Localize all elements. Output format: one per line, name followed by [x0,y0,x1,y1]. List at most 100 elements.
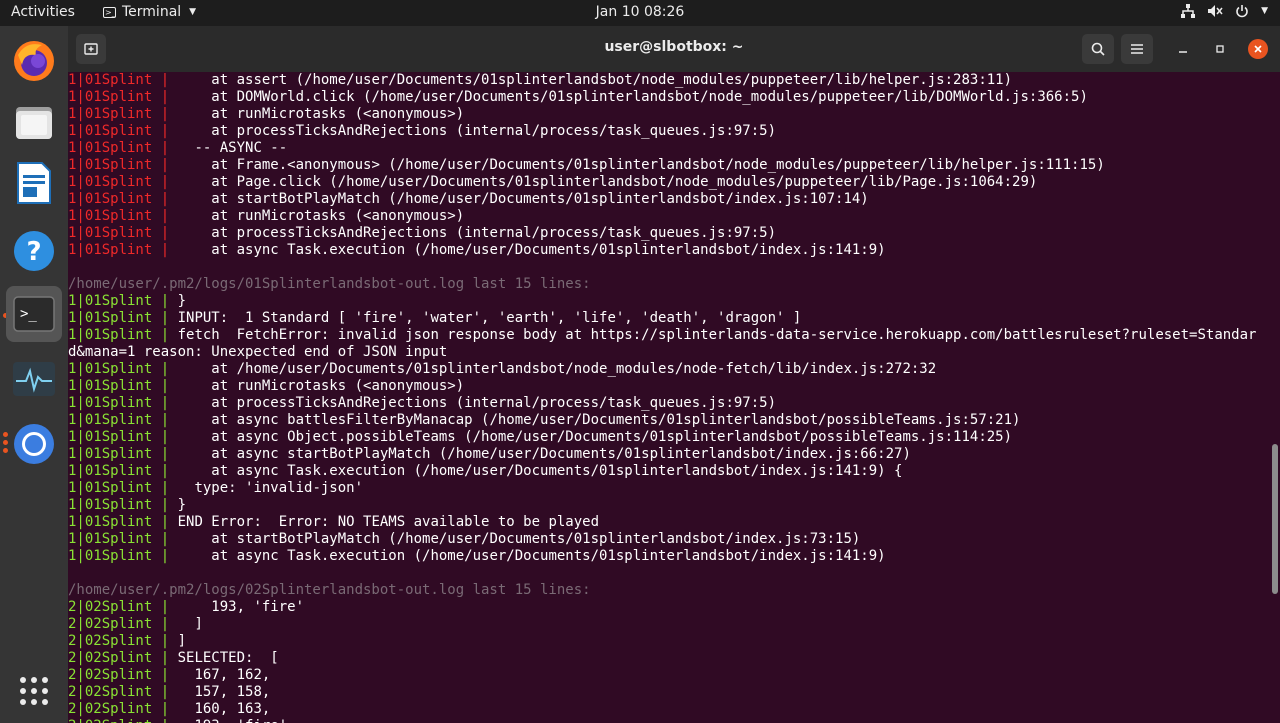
writer-launcher[interactable] [6,155,62,211]
terminal-line: 1|01Splint | at runMicrotasks (<anonymou… [68,378,1268,395]
terminal-line: 1|01Splint | at async Task.execution (/h… [68,548,1268,565]
network-icon [1181,4,1196,18]
system-menu[interactable]: ▼ [1181,4,1268,18]
terminal-line: 1|01Splint | at /home/user/Documents/01s… [68,361,1268,378]
dock: ? >_ [0,26,68,723]
line-text: /home/user/.pm2/logs/01Splinterlandsbot-… [68,276,591,292]
terminal-line: 1|01Splint | type: 'invalid-json' [68,480,1268,497]
system-monitor-launcher[interactable] [6,351,62,407]
terminal-line: 1|01Splint | fetch FetchError: invalid j… [68,327,1268,344]
chrome-launcher[interactable] [6,416,62,472]
process-prefix: 1|01Splint | [68,548,170,564]
search-button[interactable] [1082,34,1114,64]
line-text: type: 'invalid-json' [169,480,364,496]
line-text: 193, 'fire' [169,599,305,615]
scrollbar[interactable] [1272,444,1278,594]
terminal-line: 1|01Splint | at processTicksAndRejection… [68,123,1268,140]
line-text: at Page.click (/home/user/Documents/01sp… [169,174,1038,190]
process-prefix: 1|01Splint | [68,106,170,122]
terminal-line: 2|02Splint | SELECTED: [ [68,650,1268,667]
process-prefix: 1|01Splint | [68,378,170,394]
line-text: } [169,293,187,309]
firefox-icon [14,41,54,81]
line-text: at async startBotPlayMatch (/home/user/D… [169,446,911,462]
hamburger-icon [1131,44,1143,54]
menu-button[interactable] [1121,34,1153,64]
help-launcher[interactable]: ? [6,223,62,279]
line-text: at DOMWorld.click (/home/user/Documents/… [169,89,1088,105]
terminal-line: 1|01Splint | at runMicrotasks (<anonymou… [68,208,1268,225]
minimize-button[interactable] [1173,39,1193,59]
process-prefix: 1|01Splint | [68,480,170,496]
terminal-line: 1|01Splint | at async battlesFilterByMan… [68,412,1268,429]
line-text: /home/user/.pm2/logs/02Splinterlandsbot-… [68,582,591,598]
writer-icon [17,162,51,204]
process-prefix: 1|01Splint | [68,429,170,445]
line-text: SELECTED: [ [169,650,279,666]
clock[interactable]: Jan 10 08:26 [596,4,685,20]
line-text: at runMicrotasks (<anonymous>) [169,208,465,224]
line-text: ] [169,633,187,649]
terminal-line: 1|01Splint | } [68,293,1268,310]
svg-text:>_: >_ [20,306,37,322]
process-prefix: 1|01Splint | [68,446,170,462]
process-prefix: 1|01Splint | [68,208,170,224]
line-text: d&mana=1 reason: Unexpected end of JSON … [68,344,448,360]
process-prefix: 2|02Splint | [68,718,169,723]
terminal-launcher[interactable]: >_ [6,286,62,342]
process-prefix: 1|01Splint | [68,140,170,156]
line-text: } [169,497,187,513]
log-header-line: /home/user/.pm2/logs/01Splinterlandsbot-… [68,276,1268,293]
system-monitor-icon [13,362,55,396]
line-text: END Error: Error: NO TEAMS available to … [169,514,600,530]
activities-button[interactable]: Activities [11,4,75,20]
terminal-line: 2|02Splint | 157, 158, [68,684,1268,701]
terminal-line: 1|01Splint | } [68,497,1268,514]
terminal-line: 2|02Splint | 167, 162, [68,667,1268,684]
line-text: at async Task.execution (/home/user/Docu… [169,548,886,564]
process-prefix: 1|01Splint | [68,361,170,377]
process-prefix: 1|01Splint | [68,89,170,105]
process-prefix: 1|01Splint | [68,327,170,343]
show-apps-button[interactable] [6,663,62,719]
terminal-line: 1|01Splint | at startBotPlayMatch (/home… [68,531,1268,548]
line-text: at async Task.execution (/home/user/Docu… [169,242,886,258]
terminal-line: d&mana=1 reason: Unexpected end of JSON … [68,344,1268,361]
chevron-down-icon: ▼ [189,7,197,17]
maximize-button[interactable] [1210,39,1230,59]
terminal-line: 1|01Splint | at async Task.execution (/h… [68,242,1268,259]
terminal-line: 1|01Splint | at Frame.<anonymous> (/home… [68,157,1268,174]
help-icon: ? [14,231,54,271]
process-prefix: 1|01Splint | [68,242,170,258]
close-icon [1254,45,1262,53]
terminal-output[interactable]: 1|01Splint | at assert (/home/user/Docum… [68,72,1268,723]
line-text: at /home/user/Documents/01splinterlandsb… [169,361,937,377]
process-prefix: 1|01Splint | [68,514,170,530]
process-prefix: 2|02Splint | [68,599,170,615]
files-launcher[interactable] [6,94,62,150]
terminal-line: 1|01Splint | END Error: Error: NO TEAMS … [68,514,1268,531]
line-text: at runMicrotasks (<anonymous>) [169,378,465,394]
line-text: at processTicksAndRejections (internal/p… [169,225,777,241]
search-icon [1091,42,1105,56]
process-prefix: 1|01Splint | [68,497,170,513]
terminal-line: 1|01Splint | at async Object.possibleTea… [68,429,1268,446]
process-prefix: 1|01Splint | [68,412,170,428]
terminal-line: 1|01Splint | at runMicrotasks (<anonymou… [68,106,1268,123]
terminal-icon: >_ [13,296,55,332]
process-prefix: 1|01Splint | [68,72,170,88]
process-prefix: 1|01Splint | [68,225,170,241]
line-text: fetch FetchError: invalid json response … [169,327,1257,343]
terminal-line: 2|02Splint | ] [68,616,1268,633]
line-text: 160, 163, [169,701,271,717]
process-prefix: 1|01Splint | [68,191,170,207]
firefox-launcher[interactable] [6,33,62,89]
app-menu[interactable]: >_ Terminal ▼ [103,4,196,20]
process-prefix: 1|01Splint | [68,157,170,173]
log-header-line: /home/user/.pm2/logs/02Splinterlandsbot-… [68,582,1268,599]
close-button[interactable] [1248,39,1268,59]
line-text: at async battlesFilterByManacap (/home/u… [169,412,1021,428]
files-icon [16,107,52,139]
